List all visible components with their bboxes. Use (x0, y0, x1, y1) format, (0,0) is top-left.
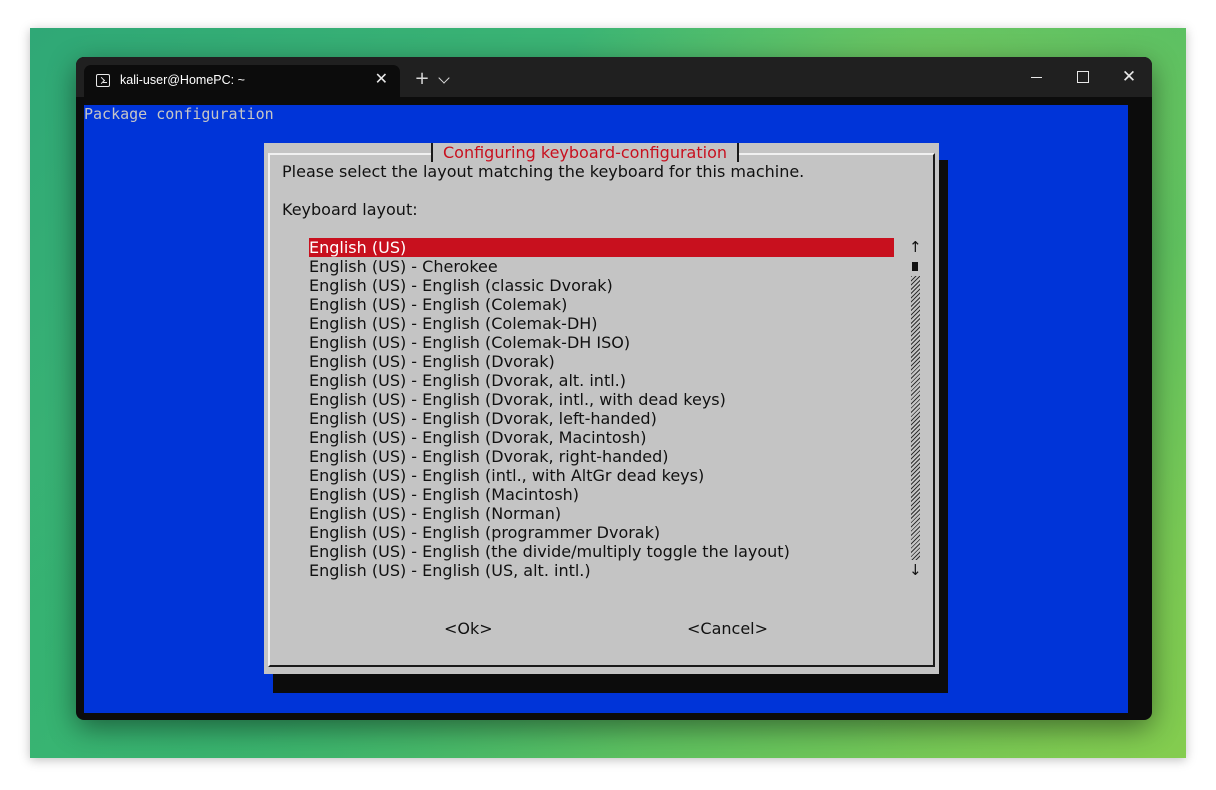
list-item-selected[interactable]: English (US) (309, 238, 894, 257)
list-item[interactable]: English (US) - English (the divide/multi… (309, 542, 894, 561)
maximize-button[interactable] (1073, 67, 1093, 87)
list-item[interactable]: English (US) - English (programmer Dvora… (309, 523, 894, 542)
list-item[interactable]: English (US) - English (intl., with AltG… (309, 466, 894, 485)
terminal-window: kali-user@HomePC: ~ ✕ + ✕ Package config… (76, 57, 1152, 720)
package-configuration-header: Package configuration (84, 105, 274, 123)
list-item[interactable]: English (US) - English (US, alt. intl.) (309, 561, 894, 580)
list-item[interactable]: English (US) - English (Dvorak, Macintos… (309, 428, 894, 447)
minimize-button[interactable] (1027, 67, 1047, 87)
scrollbar-thumb[interactable] (912, 262, 918, 271)
list-item[interactable]: English (US) - English (Macintosh) (309, 485, 894, 504)
list-item[interactable]: English (US) - English (Dvorak, left-han… (309, 409, 894, 428)
close-button[interactable]: ✕ (1119, 67, 1139, 87)
keyboard-config-dialog: Configuring keyboard-configuration Pleas… (264, 143, 939, 674)
new-tab-button[interactable]: + (412, 69, 432, 89)
terminal-tab[interactable]: kali-user@HomePC: ~ ✕ (84, 65, 400, 97)
terminal-icon (96, 74, 110, 87)
tab-close-icon[interactable]: ✕ (375, 71, 388, 87)
list-item[interactable]: English (US) - English (Colemak) (309, 295, 894, 314)
list-item[interactable]: English (US) - English (Norman) (309, 504, 894, 523)
tab-title: kali-user@HomePC: ~ (120, 73, 245, 87)
scrollbar-track[interactable] (911, 276, 920, 560)
dialog-title: Configuring keyboard-configuration (431, 143, 739, 162)
ok-button[interactable]: <Ok> (444, 619, 493, 638)
list-item[interactable]: English (US) - English (Dvorak) (309, 352, 894, 371)
list-item[interactable]: English (US) - English (Colemak-DH ISO) (309, 333, 894, 352)
title-bar: kali-user@HomePC: ~ ✕ + ✕ (76, 57, 1152, 97)
keyboard-layout-label: Keyboard layout: (282, 200, 418, 219)
cancel-button[interactable]: <Cancel> (687, 619, 768, 638)
scroll-up-arrow-icon[interactable]: ↑ (909, 238, 922, 257)
list-item[interactable]: English (US) - English (Colemak-DH) (309, 314, 894, 333)
chevron-down-icon[interactable] (438, 72, 450, 84)
dialog-prompt: Please select the layout matching the ke… (282, 162, 805, 181)
list-item[interactable]: English (US) - English (Dvorak, right-ha… (309, 447, 894, 466)
list-item[interactable]: English (US) - Cherokee (309, 257, 894, 276)
scroll-down-arrow-icon[interactable]: ↓ (909, 561, 922, 580)
keyboard-layout-list[interactable]: English (US) English (US) - Cherokee Engli… (309, 238, 894, 580)
list-item[interactable]: English (US) - English (Dvorak, intl., w… (309, 390, 894, 409)
list-item[interactable]: English (US) - English (Dvorak, alt. int… (309, 371, 894, 390)
list-item[interactable]: English (US) - English (classic Dvorak) (309, 276, 894, 295)
